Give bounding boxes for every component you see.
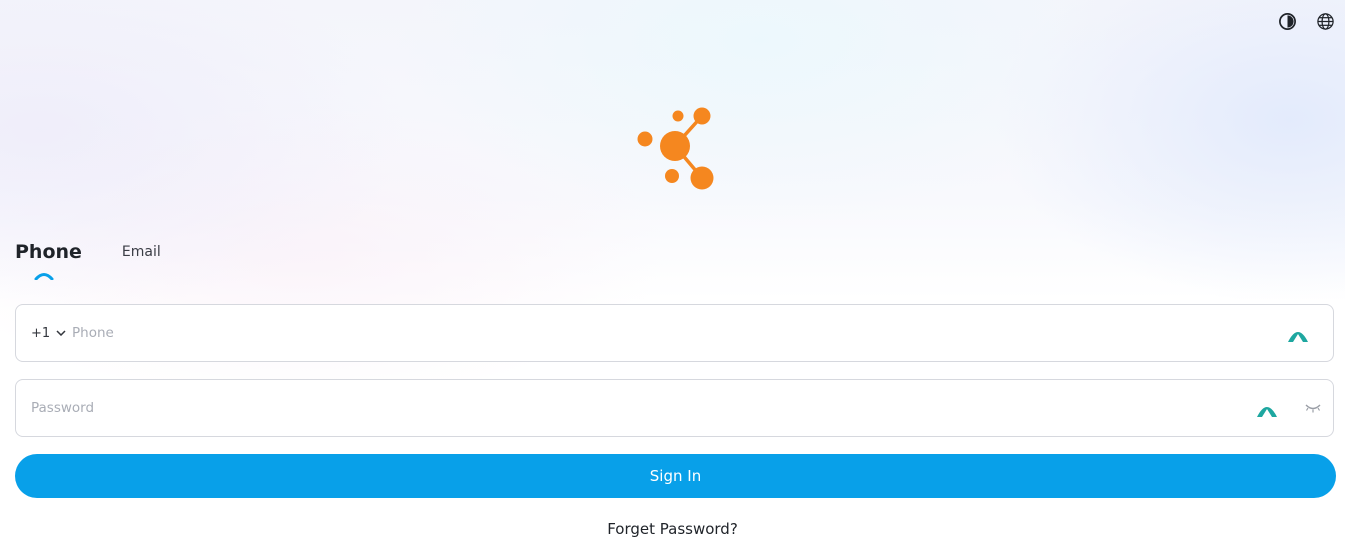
- contrast-icon[interactable]: [1277, 11, 1297, 31]
- molecule-logo: [635, 104, 719, 194]
- phone-field: +1: [15, 304, 1334, 362]
- password-field: [15, 379, 1334, 437]
- forget-password-link[interactable]: Forget Password?: [0, 520, 1345, 538]
- top-toolbar: [1277, 11, 1335, 31]
- globe-icon[interactable]: [1315, 11, 1335, 31]
- password-manager-icon[interactable]: [1256, 400, 1278, 418]
- country-code-value: +1: [31, 325, 51, 341]
- chevron-down-icon: [56, 330, 66, 336]
- password-input[interactable]: [31, 380, 1231, 436]
- active-tab-indicator: [34, 273, 54, 280]
- country-code-select[interactable]: +1: [31, 305, 66, 361]
- tab-phone[interactable]: Phone: [15, 240, 82, 280]
- tab-email-label: Email: [121, 244, 161, 260]
- tab-phone-label: Phone: [15, 241, 82, 263]
- tab-email[interactable]: Email: [122, 240, 161, 264]
- login-method-tabs: Phone Email: [15, 240, 161, 280]
- phone-input[interactable]: [72, 305, 1272, 361]
- eye-closed-icon[interactable]: [1304, 402, 1322, 414]
- password-manager-icon[interactable]: [1287, 325, 1309, 343]
- sign-in-button[interactable]: Sign In: [15, 454, 1336, 498]
